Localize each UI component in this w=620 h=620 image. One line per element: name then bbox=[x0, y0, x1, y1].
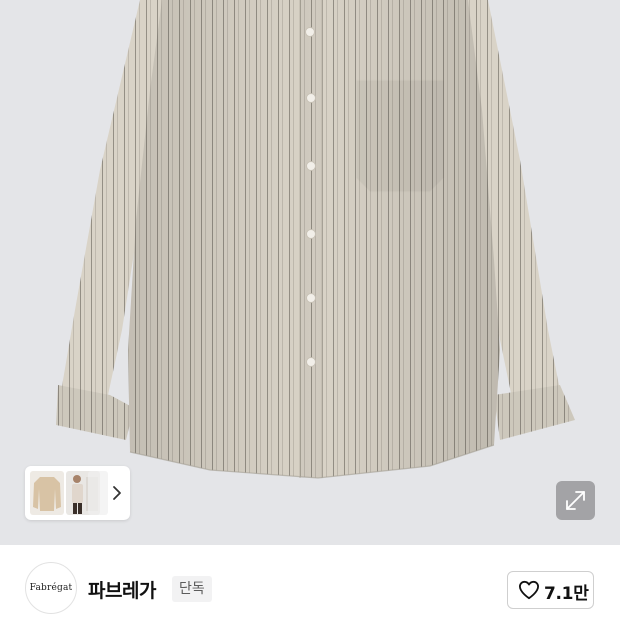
exclusive-badge: 단독 bbox=[172, 576, 212, 602]
thumbnail-strip[interactable] bbox=[25, 466, 130, 520]
like-button[interactable]: 7.1만 bbox=[507, 571, 594, 609]
striped-shirt-image bbox=[56, 0, 575, 479]
chevron-right-icon[interactable] bbox=[110, 484, 124, 502]
expand-image-button[interactable] bbox=[556, 481, 595, 520]
heart-outline-icon bbox=[519, 580, 539, 600]
thumbnail-shirt-white[interactable] bbox=[88, 471, 108, 515]
brand-name[interactable]: 파브레가 bbox=[88, 576, 156, 603]
like-count: 7.1만 bbox=[544, 584, 589, 604]
brand-logo-text: Fabrégat bbox=[29, 583, 73, 593]
thumbnail-shirt-beige[interactable] bbox=[30, 471, 64, 515]
product-image-area[interactable] bbox=[0, 0, 620, 545]
expand-diagonal-icon bbox=[566, 491, 585, 510]
brand-logo[interactable]: Fabrégat bbox=[25, 562, 77, 614]
